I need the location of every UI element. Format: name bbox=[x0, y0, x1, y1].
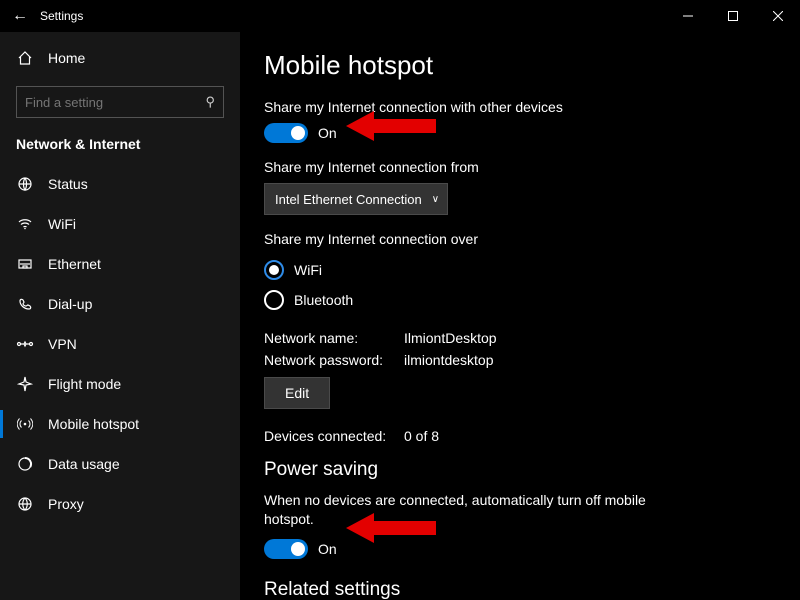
chevron-down-icon: ∨ bbox=[432, 194, 439, 205]
sidebar-item-label: Proxy bbox=[48, 496, 84, 512]
ethernet-icon bbox=[16, 256, 34, 272]
devices-connected-label: Devices connected: bbox=[264, 428, 404, 444]
sidebar-item-ethernet[interactable]: Ethernet bbox=[0, 244, 240, 284]
sidebar-item-dialup[interactable]: Dial-up bbox=[0, 284, 240, 324]
sidebar-item-label: Status bbox=[48, 176, 88, 192]
power-saving-description: When no devices are connected, automatic… bbox=[264, 491, 664, 529]
sidebar-item-flight-mode[interactable]: Flight mode bbox=[0, 364, 240, 404]
share-from-value: Intel Ethernet Connection bbox=[275, 192, 422, 207]
hotspot-icon bbox=[16, 416, 34, 432]
sidebar-item-label: Data usage bbox=[48, 456, 120, 472]
data-usage-icon bbox=[16, 456, 34, 472]
share-connection-state: On bbox=[318, 125, 337, 141]
radio-option-wifi[interactable]: WiFi bbox=[264, 255, 776, 285]
search-box[interactable]: ⚲ bbox=[16, 86, 224, 118]
minimize-icon bbox=[683, 11, 693, 21]
share-connection-label: Share my Internet connection with other … bbox=[264, 99, 776, 115]
sidebar-home-label: Home bbox=[48, 50, 85, 66]
related-settings-heading: Related settings bbox=[264, 579, 776, 600]
network-name-value: IlmiontDesktop bbox=[404, 330, 497, 346]
sidebar: Home ⚲ Network & Internet Status WiFi bbox=[0, 32, 240, 600]
sidebar-item-label: WiFi bbox=[48, 216, 76, 232]
power-saving-heading: Power saving bbox=[264, 459, 776, 481]
network-password-label: Network password: bbox=[264, 352, 404, 368]
share-over-label: Share my Internet connection over bbox=[264, 231, 776, 247]
close-icon bbox=[773, 11, 783, 21]
sidebar-item-data-usage[interactable]: Data usage bbox=[0, 444, 240, 484]
maximize-button[interactable] bbox=[710, 0, 755, 32]
sidebar-item-vpn[interactable]: VPN bbox=[0, 324, 240, 364]
wifi-icon bbox=[16, 216, 34, 232]
power-saving-state: On bbox=[318, 541, 337, 557]
radio-bluetooth-label: Bluetooth bbox=[294, 292, 353, 308]
search-icon: ⚲ bbox=[205, 94, 215, 110]
sidebar-item-label: Ethernet bbox=[48, 256, 101, 272]
share-from-dropdown[interactable]: Intel Ethernet Connection ∨ bbox=[264, 183, 448, 215]
sidebar-item-proxy[interactable]: Proxy bbox=[0, 484, 240, 524]
edit-button[interactable]: Edit bbox=[264, 377, 330, 409]
airplane-icon bbox=[16, 376, 34, 392]
radio-wifi[interactable] bbox=[264, 260, 284, 280]
minimize-button[interactable] bbox=[665, 0, 710, 32]
sidebar-section-title: Network & Internet bbox=[0, 132, 240, 164]
sidebar-item-status[interactable]: Status bbox=[0, 164, 240, 204]
radio-option-bluetooth[interactable]: Bluetooth bbox=[264, 285, 776, 315]
power-saving-toggle[interactable] bbox=[264, 539, 308, 559]
sidebar-item-wifi[interactable]: WiFi bbox=[0, 204, 240, 244]
sidebar-home[interactable]: Home bbox=[0, 40, 240, 76]
main-content: Mobile hotspot Share my Internet connect… bbox=[240, 32, 800, 600]
devices-connected-value: 0 of 8 bbox=[404, 428, 439, 444]
home-icon bbox=[16, 50, 34, 66]
sidebar-item-label: Dial-up bbox=[48, 296, 92, 312]
search-input[interactable] bbox=[25, 95, 185, 110]
share-from-label: Share my Internet connection from bbox=[264, 159, 776, 175]
sidebar-item-label: Mobile hotspot bbox=[48, 416, 139, 432]
radio-wifi-label: WiFi bbox=[294, 262, 322, 278]
maximize-icon bbox=[728, 11, 738, 21]
sidebar-nav: Status WiFi Ethernet Dial-up bbox=[0, 164, 240, 524]
window-controls bbox=[665, 0, 800, 32]
titlebar: ← Settings bbox=[0, 0, 800, 32]
network-password-value: ilmiontdesktop bbox=[404, 352, 494, 368]
share-connection-toggle[interactable] bbox=[264, 123, 308, 143]
dialup-icon bbox=[16, 296, 34, 312]
network-name-label: Network name: bbox=[264, 330, 404, 346]
page-title: Mobile hotspot bbox=[264, 50, 776, 81]
proxy-icon bbox=[16, 496, 34, 512]
status-icon bbox=[16, 176, 34, 192]
sidebar-item-mobile-hotspot[interactable]: Mobile hotspot bbox=[0, 404, 240, 444]
close-button[interactable] bbox=[755, 0, 800, 32]
back-button[interactable]: ← bbox=[0, 7, 40, 25]
sidebar-item-label: VPN bbox=[48, 336, 77, 352]
window-title: Settings bbox=[40, 9, 83, 23]
sidebar-item-label: Flight mode bbox=[48, 376, 121, 392]
radio-bluetooth[interactable] bbox=[264, 290, 284, 310]
vpn-icon bbox=[16, 336, 34, 352]
